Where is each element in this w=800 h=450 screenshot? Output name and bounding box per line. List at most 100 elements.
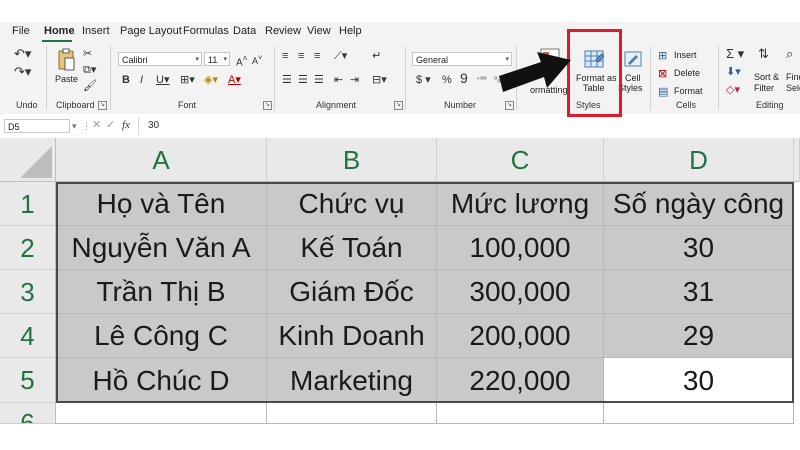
cancel-entry-icon[interactable]: ✕	[92, 119, 101, 131]
sort-filter-icon[interactable]: ⇅	[758, 47, 769, 60]
find-select-label-line2[interactable]: Selec	[786, 83, 800, 93]
clipboard-launcher-icon[interactable]: ↘	[98, 101, 107, 110]
row-header-6[interactable]: 6	[0, 403, 56, 424]
italic-icon[interactable]: I	[140, 74, 143, 86]
row-header-4[interactable]: 4	[0, 314, 56, 358]
cell-c6[interactable]	[437, 403, 604, 424]
cell-b1[interactable]: Chức vụ	[267, 182, 437, 226]
row-header-5[interactable]: 5	[0, 358, 56, 403]
sort-filter-label-line2[interactable]: Filter	[754, 83, 774, 93]
insert-function-icon[interactable]: fx	[122, 119, 130, 131]
orientation-icon[interactable]: ⟋▾	[334, 50, 347, 62]
tab-page-layout[interactable]: Page Layout	[120, 25, 182, 37]
row-header-3[interactable]: 3	[0, 270, 56, 314]
find-select-label-line1[interactable]: Find	[786, 72, 800, 82]
fill-color-icon[interactable]: ◈▾	[204, 74, 218, 86]
cell-d4[interactable]: 29	[604, 314, 794, 358]
cell-b5[interactable]: Marketing	[267, 358, 437, 403]
insert-cells-label[interactable]: Insert	[674, 50, 697, 60]
delete-cells-label[interactable]: Delete	[674, 68, 700, 78]
column-header-d[interactable]: D	[604, 138, 794, 182]
cell-b2[interactable]: Kế Toán	[267, 226, 437, 270]
font-size-select[interactable]: 11 ▾	[204, 52, 230, 66]
column-header-a[interactable]: A	[56, 138, 267, 182]
cell-c1[interactable]: Mức lương	[437, 182, 604, 226]
paste-button-label[interactable]: Paste	[55, 74, 78, 84]
format-cells-label[interactable]: Format	[674, 86, 703, 96]
cell-c2[interactable]: 100,000	[437, 226, 604, 270]
comma-style-icon[interactable]: 9	[460, 71, 468, 85]
bold-icon[interactable]: B	[122, 74, 130, 86]
cell-d5-active[interactable]: 30	[604, 358, 794, 403]
align-middle-icon[interactable]: ≡	[298, 50, 304, 62]
cell-styles-icon[interactable]	[624, 50, 642, 68]
alignment-launcher-icon[interactable]: ↘	[394, 101, 403, 110]
tab-data[interactable]: Data	[233, 25, 256, 37]
cell-a4[interactable]: Lê Công C	[56, 314, 267, 358]
increase-indent-icon[interactable]: ⇥	[350, 74, 359, 86]
cell-b4[interactable]: Kinh Doanh	[267, 314, 437, 358]
copy-icon[interactable]: ⧉▾	[83, 64, 96, 76]
worksheet-grid[interactable]: A B C D 1 2 3 4 5 6 Họ và Tên Chức vụ Mứ…	[0, 138, 800, 424]
cell-a6[interactable]	[56, 403, 267, 424]
cell-d6[interactable]	[604, 403, 794, 424]
cell-c4[interactable]: 200,000	[437, 314, 604, 358]
percent-icon[interactable]: %	[442, 74, 452, 86]
align-right-icon[interactable]: ☰	[314, 74, 324, 86]
number-launcher-icon[interactable]: ↘	[505, 101, 514, 110]
increase-decimal-icon[interactable]: ⁺⁰⁰	[476, 74, 487, 86]
row-header-2[interactable]: 2	[0, 226, 56, 270]
paste-icon[interactable]	[56, 48, 76, 72]
cell-b3[interactable]: Giám Đốc	[267, 270, 437, 314]
align-bottom-icon[interactable]: ≡	[314, 50, 320, 62]
tab-view[interactable]: View	[307, 25, 331, 37]
format-cells-icon[interactable]: ▤	[658, 86, 668, 98]
delete-cells-icon[interactable]: ⊠	[658, 68, 667, 80]
font-name-select[interactable]: Calibri ▾	[118, 52, 202, 66]
select-all-corner[interactable]	[0, 138, 56, 182]
tab-home[interactable]: Home	[44, 25, 75, 37]
decrease-font-icon[interactable]: A˅	[252, 52, 262, 67]
cell-styles-label-line1[interactable]: Cell	[625, 73, 641, 83]
cell-a3[interactable]: Trần Thị B	[56, 270, 267, 314]
cut-icon[interactable]: ✂	[83, 48, 92, 60]
column-header-c[interactable]: C	[437, 138, 604, 182]
format-painter-icon[interactable]: 🖌	[83, 80, 97, 92]
increase-font-icon[interactable]: A˄	[236, 52, 248, 69]
sort-filter-label-line1[interactable]: Sort &	[754, 72, 779, 82]
cell-b6[interactable]	[267, 403, 437, 424]
column-header-b[interactable]: B	[267, 138, 437, 182]
tab-formulas[interactable]: Formulas	[183, 25, 229, 37]
tab-file[interactable]: File	[12, 25, 30, 37]
formula-input[interactable]: 30	[148, 120, 159, 132]
decrease-indent-icon[interactable]: ⇤	[334, 74, 343, 86]
confirm-entry-icon[interactable]: ✓	[106, 119, 115, 131]
autosum-icon[interactable]: Σ ▾	[726, 47, 744, 60]
name-box[interactable]: D5	[4, 119, 70, 133]
borders-icon[interactable]: ⊞▾	[180, 74, 195, 86]
cell-a2[interactable]: Nguyễn Văn A	[56, 226, 267, 270]
insert-cells-icon[interactable]: ⊞	[658, 50, 667, 62]
cell-a5[interactable]: Hồ Chúc D	[56, 358, 267, 403]
chevron-down-icon[interactable]: ▾	[72, 120, 77, 132]
clear-icon[interactable]: ◇▾	[726, 84, 740, 96]
fill-icon[interactable]: ⬇▾	[726, 66, 741, 78]
column-header-e[interactable]	[794, 138, 800, 182]
undo-icon[interactable]: ↶▾	[14, 47, 31, 60]
align-center-icon[interactable]: ☰	[298, 74, 308, 86]
underline-icon[interactable]: U▾	[156, 74, 169, 86]
redo-icon[interactable]: ↷▾	[14, 65, 31, 78]
align-left-icon[interactable]: ☰	[282, 74, 292, 86]
cell-c5[interactable]: 220,000	[437, 358, 604, 403]
tab-review[interactable]: Review	[265, 25, 301, 37]
wrap-text-icon[interactable]: ↵	[372, 50, 381, 62]
cell-d3[interactable]: 31	[604, 270, 794, 314]
currency-icon[interactable]: $ ▾	[416, 74, 431, 86]
cell-c3[interactable]: 300,000	[437, 270, 604, 314]
cell-d1[interactable]: Số ngày công	[604, 182, 794, 226]
find-select-icon[interactable]: ⌕	[786, 47, 793, 60]
align-top-icon[interactable]: ≡	[282, 50, 288, 62]
cell-d2[interactable]: 30	[604, 226, 794, 270]
tab-help[interactable]: Help	[339, 25, 362, 37]
row-header-1[interactable]: 1	[0, 182, 56, 226]
